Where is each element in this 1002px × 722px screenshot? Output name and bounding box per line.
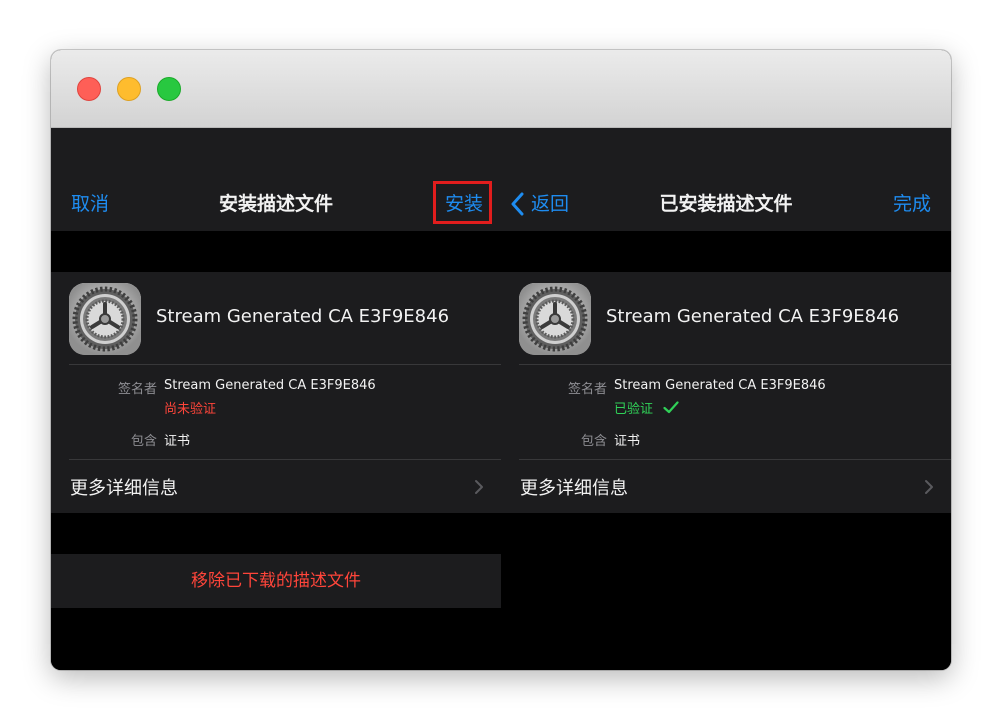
signer-value: Stream Generated CA E3F9E846: [164, 378, 376, 393]
page-title: 已安装描述文件: [659, 193, 793, 215]
profile-name: Stream Generated CA E3F9E846: [156, 306, 450, 327]
signer-label: 签名者: [117, 382, 157, 397]
profile-card: Stream Generated CA E3F9E846 签名者 Stream …: [51, 272, 501, 513]
verified-label: 已验证: [614, 402, 654, 417]
verification-status: 已验证: [614, 398, 679, 417]
install-profile-pane: 取消 安装描述文件 安装 Stream Generated CA E3F9E84…: [51, 128, 501, 670]
profile-card: Stream Generated CA E3F9E846 签名者 Stream …: [501, 272, 951, 513]
more-details-row[interactable]: 更多详细信息: [51, 459, 501, 513]
remove-downloaded-profile-button[interactable]: 移除已下载的描述文件: [51, 554, 501, 608]
verification-status: 尚未验证: [164, 402, 217, 417]
signer-value: Stream Generated CA E3F9E846: [614, 378, 826, 393]
app-window: 取消 安装描述文件 安装 Stream Generated CA E3F9E84…: [51, 50, 951, 670]
profile-name: Stream Generated CA E3F9E846: [606, 306, 900, 327]
contains-value: 证书: [614, 434, 641, 449]
contains-value: 证书: [164, 434, 191, 449]
more-details-row[interactable]: 更多详细信息: [501, 459, 951, 513]
divider: [69, 364, 501, 365]
divider: [519, 364, 951, 365]
checkmark-icon: [663, 401, 679, 414]
more-details-label: 更多详细信息: [520, 478, 628, 499]
minimize-window-button[interactable]: [117, 77, 141, 101]
settings-gear-icon: [69, 283, 141, 355]
title-bar: [51, 50, 951, 128]
done-button[interactable]: 完成: [893, 188, 931, 220]
chevron-right-icon: [475, 480, 483, 494]
chevron-right-icon: [925, 480, 933, 494]
installed-profile-pane: 返回 已安装描述文件 完成 Stream Generated CA E3F9E8…: [501, 128, 951, 670]
signer-label: 签名者: [567, 382, 607, 397]
nav-bar: 返回 已安装描述文件 完成: [501, 128, 951, 231]
nav-bar: 取消 安装描述文件 安装: [51, 128, 501, 231]
install-highlight-box: [433, 181, 492, 224]
more-details-label: 更多详细信息: [70, 478, 178, 499]
contains-label: 包含: [580, 434, 607, 449]
content-area: 取消 安装描述文件 安装 Stream Generated CA E3F9E84…: [51, 128, 951, 670]
contains-label: 包含: [130, 434, 157, 449]
maximize-window-button[interactable]: [157, 77, 181, 101]
settings-gear-icon: [519, 283, 591, 355]
close-window-button[interactable]: [77, 77, 101, 101]
